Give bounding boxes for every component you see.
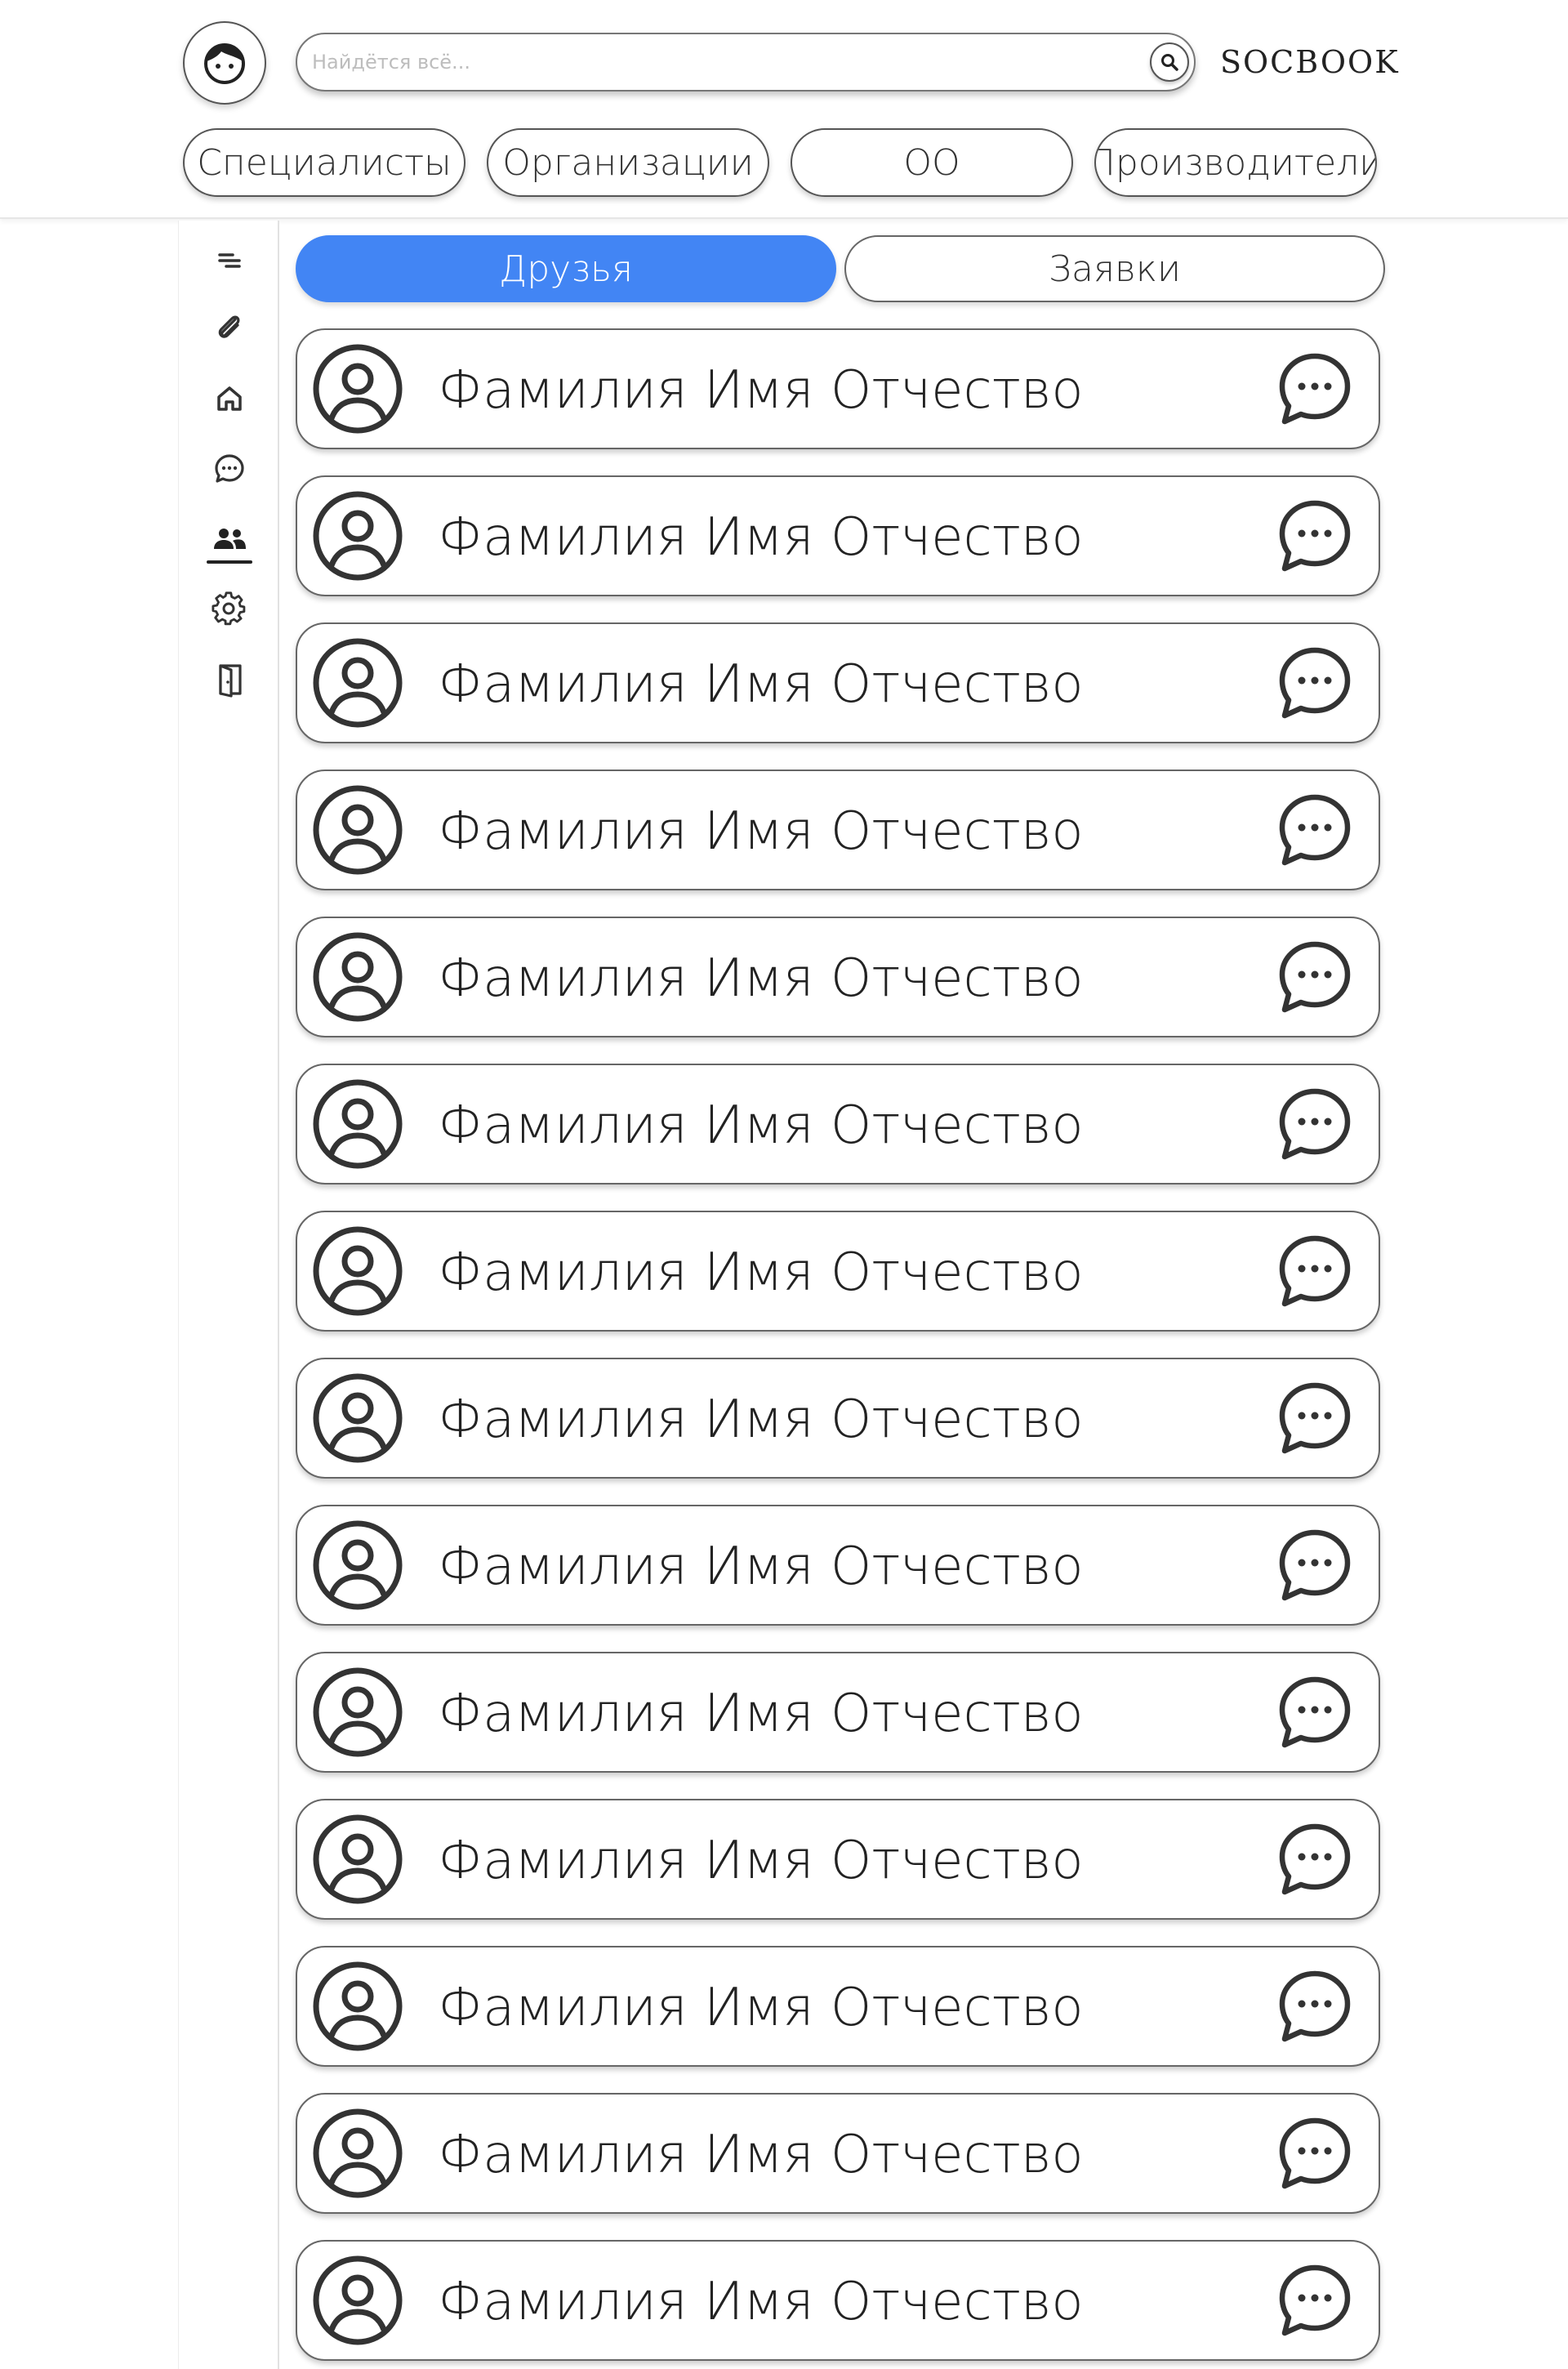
friend-row[interactable]: Фамилия Имя Отчество — [296, 328, 1380, 449]
profile-avatar-button[interactable] — [183, 21, 266, 105]
chat-bubble-icon — [1277, 2263, 1352, 2341]
paperclip-icon — [218, 315, 240, 338]
user-avatar-icon — [312, 1519, 403, 1611]
chat-bubble-icon — [1277, 1675, 1352, 1753]
message-button[interactable] — [1277, 794, 1352, 869]
tab-friends[interactable]: Друзья — [296, 235, 836, 302]
tab-requests[interactable]: Заявки — [844, 235, 1385, 302]
category-specialists-button[interactable]: Специалисты — [183, 128, 466, 197]
message-button[interactable] — [1277, 2264, 1352, 2340]
chat-bubble-icon — [1277, 498, 1352, 577]
friends-icon — [214, 529, 246, 549]
category-public-orgs-button[interactable]: ОО — [791, 128, 1073, 197]
user-avatar-icon — [312, 637, 403, 729]
message-button[interactable] — [1277, 1235, 1352, 1310]
sidebar-item-logout[interactable] — [203, 657, 256, 703]
friend-row[interactable]: Фамилия Имя Отчество — [296, 770, 1380, 890]
friend-row[interactable]: Фамилия Имя Отчество — [296, 2093, 1380, 2214]
message-button[interactable] — [1277, 1382, 1352, 1457]
friend-row[interactable]: Фамилия Имя Отчество — [296, 622, 1380, 743]
friend-name: Фамилия Имя Отчество — [438, 1831, 1084, 1891]
message-button[interactable] — [1277, 500, 1352, 575]
gear-icon — [212, 591, 246, 626]
friend-row[interactable]: Фамилия Имя Отчество — [296, 1358, 1380, 1479]
search-bar — [296, 33, 1196, 91]
chat-bubble-icon — [1277, 1086, 1352, 1165]
friend-row[interactable]: Фамилия Имя Отчество — [296, 917, 1380, 1037]
logout-door-icon — [219, 664, 242, 698]
chat-icon — [215, 454, 244, 483]
user-face-icon — [204, 43, 245, 84]
sidebar-item-menu[interactable] — [203, 237, 256, 283]
sidebar-item-settings[interactable] — [203, 587, 256, 632]
user-avatar-icon — [312, 2108, 403, 2199]
chat-bubble-icon — [1277, 1822, 1352, 1900]
chat-bubble-icon — [1277, 1969, 1352, 2047]
sidebar-item-home[interactable] — [203, 376, 256, 422]
chat-bubble-icon — [1277, 645, 1352, 724]
header: SOCBOOK Специалисты Организации ОО Произ… — [0, 0, 1568, 219]
message-button[interactable] — [1277, 1088, 1352, 1163]
user-avatar-icon — [312, 1666, 403, 1758]
user-avatar-icon — [312, 1372, 403, 1464]
friend-name: Фамилия Имя Отчество — [438, 654, 1084, 715]
friend-name: Фамилия Имя Отчество — [438, 507, 1084, 568]
friend-row[interactable]: Фамилия Имя Отчество — [296, 2240, 1380, 2361]
user-avatar-icon — [312, 1961, 403, 2052]
chat-bubble-icon — [1277, 1234, 1352, 1312]
search-button[interactable] — [1150, 42, 1189, 82]
friend-name: Фамилия Имя Отчество — [438, 2125, 1084, 2185]
friend-name: Фамилия Имя Отчество — [438, 1242, 1084, 1303]
friend-name: Фамилия Имя Отчество — [438, 360, 1084, 421]
friend-name: Фамилия Имя Отчество — [438, 948, 1084, 1009]
user-avatar-icon — [312, 490, 403, 582]
menu-icon — [218, 253, 241, 268]
category-organizations-button[interactable]: Организации — [487, 128, 769, 197]
message-button[interactable] — [1277, 1676, 1352, 1751]
friend-name: Фамилия Имя Отчество — [438, 1095, 1084, 1156]
search-input[interactable] — [312, 34, 1129, 90]
message-button[interactable] — [1277, 941, 1352, 1016]
friend-name: Фамилия Имя Отчество — [438, 1537, 1084, 1597]
chat-bubble-icon — [1277, 939, 1352, 1018]
message-button[interactable] — [1277, 647, 1352, 722]
brand-logo: SOCBOOK — [1220, 44, 1400, 80]
friend-row[interactable]: Фамилия Имя Отчество — [296, 1799, 1380, 1920]
friend-row[interactable]: Фамилия Имя Отчество — [296, 1946, 1380, 2067]
friend-row[interactable]: Фамилия Имя Отчество — [296, 1652, 1380, 1773]
message-button[interactable] — [1277, 2117, 1352, 2193]
search-icon — [1161, 54, 1178, 71]
chat-bubble-icon — [1277, 2116, 1352, 2194]
friend-row[interactable]: Фамилия Имя Отчество — [296, 1505, 1380, 1626]
user-avatar-icon — [312, 343, 403, 435]
chat-bubble-icon — [1277, 351, 1352, 430]
home-icon — [217, 386, 242, 411]
user-avatar-icon — [312, 1225, 403, 1317]
sidebar — [178, 221, 279, 2369]
friend-row[interactable]: Фамилия Имя Отчество — [296, 1211, 1380, 1332]
friend-row[interactable]: Фамилия Имя Отчество — [296, 475, 1380, 596]
message-button[interactable] — [1277, 353, 1352, 428]
chat-bubble-icon — [1277, 792, 1352, 871]
message-button[interactable] — [1277, 1823, 1352, 1898]
user-avatar-icon — [312, 1078, 403, 1170]
user-avatar-icon — [312, 1814, 403, 1905]
friend-name: Фамилия Имя Отчество — [438, 801, 1084, 862]
user-avatar-icon — [312, 931, 403, 1023]
friend-row[interactable]: Фамилия Имя Отчество — [296, 1064, 1380, 1184]
friend-name: Фамилия Имя Отчество — [438, 1390, 1084, 1450]
friend-name: Фамилия Имя Отчество — [438, 1684, 1084, 1744]
message-button[interactable] — [1277, 1529, 1352, 1604]
user-avatar-icon — [312, 784, 403, 876]
friend-name: Фамилия Имя Отчество — [438, 2272, 1084, 2332]
message-button[interactable] — [1277, 1970, 1352, 2046]
sidebar-item-friends[interactable] — [203, 516, 256, 564]
friend-name: Фамилия Имя Отчество — [438, 1978, 1084, 2038]
user-avatar-icon — [312, 2255, 403, 2346]
sidebar-item-attachments[interactable] — [203, 306, 256, 351]
chat-bubble-icon — [1277, 1381, 1352, 1459]
category-manufacturers-button[interactable]: Производители — [1094, 128, 1377, 197]
sidebar-item-messages[interactable] — [203, 446, 256, 492]
chat-bubble-icon — [1277, 1528, 1352, 1606]
